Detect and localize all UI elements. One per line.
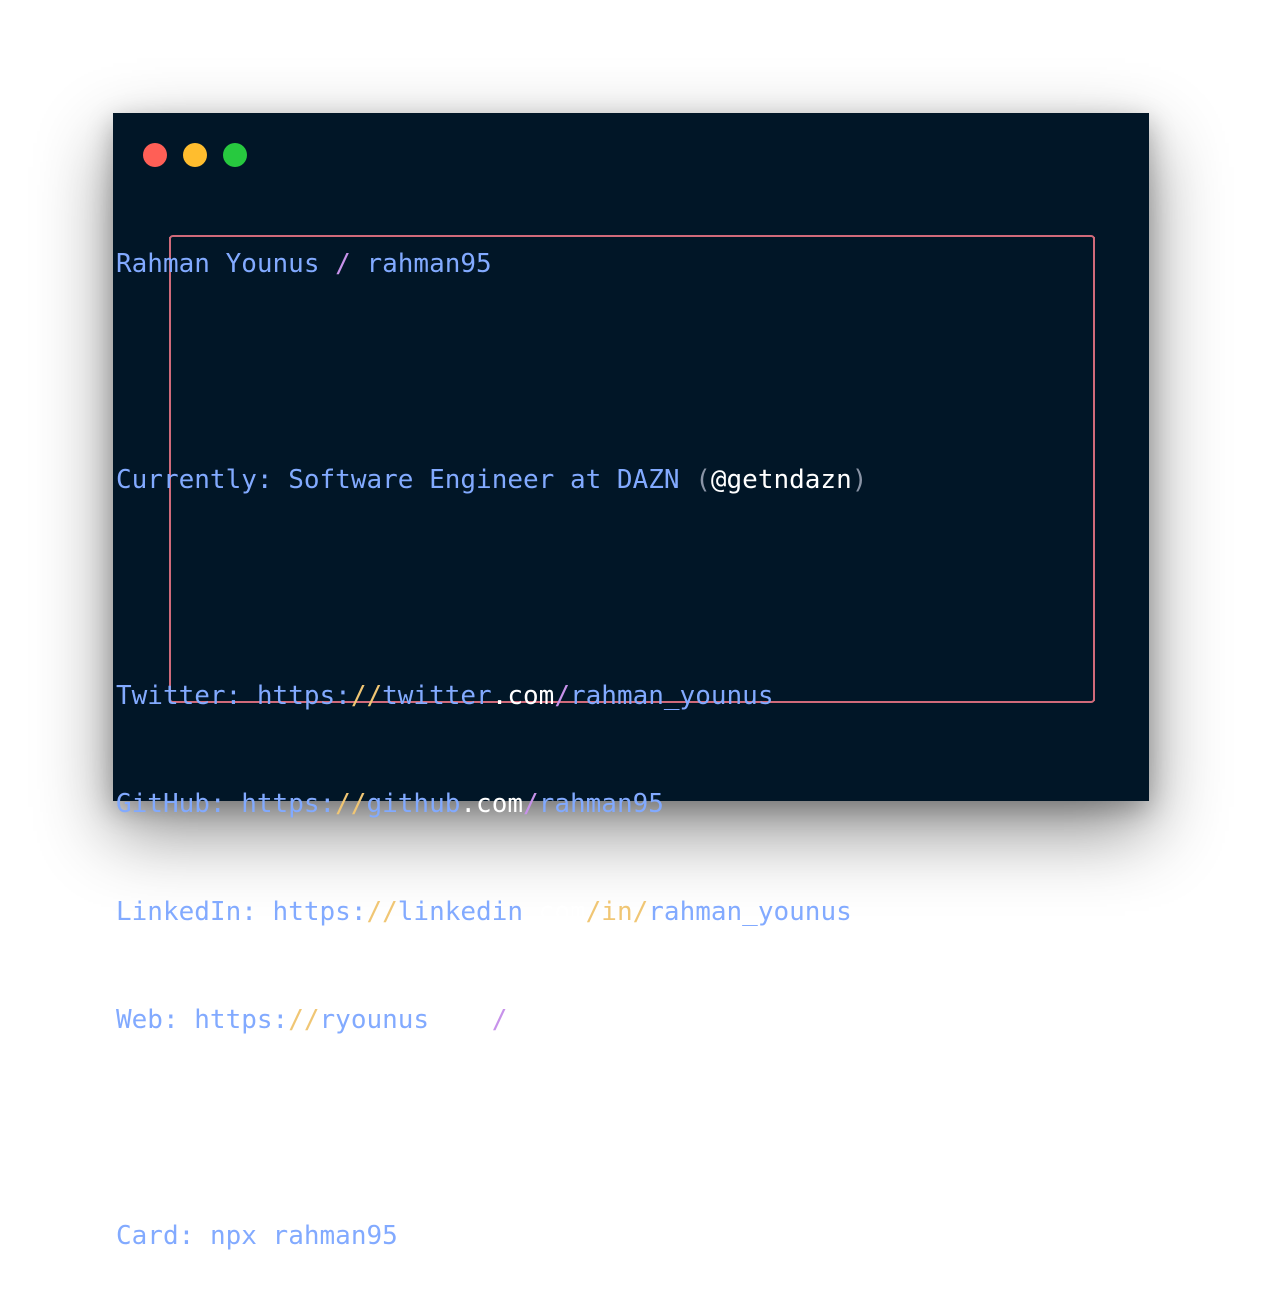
name-line: Rahman Younus / rahman95 — [116, 246, 867, 282]
currently-label: Currently: — [116, 465, 273, 495]
twitter-line: Twitter: https://twitter.com/rahman_youn… — [116, 678, 867, 714]
linkedin-line: LinkedIn: https://linkedin.com/in/rahman… — [116, 894, 867, 930]
minimize-window-button[interactable] — [183, 143, 207, 167]
npx-command: npx rahman95 — [209, 1221, 398, 1251]
twitter-link[interactable]: https://twitter.com/rahman_younus — [257, 681, 774, 711]
card-command-line: Card: npx rahman95 — [116, 1218, 867, 1254]
github-line: GitHub: https://github.com/rahman95 — [116, 786, 867, 822]
linkedin-link[interactable]: https://linkedin.com/in/rahman_younus — [273, 897, 852, 927]
currently-line: Currently: Software Engineer at DAZN (@g… — [116, 465, 868, 495]
company-handle: @getndazn — [710, 465, 852, 495]
github-link[interactable]: https://github.com/rahman95 — [241, 789, 664, 819]
card-content: Rahman Younus / rahman95 Currently: Soft… — [116, 174, 867, 1290]
currently-value: Software Engineer at DAZN — [288, 465, 680, 495]
full-name: Rahman Younus — [116, 249, 320, 279]
web-link[interactable]: https://ryounus.dev/ — [194, 1005, 507, 1035]
close-window-button[interactable] — [143, 143, 167, 167]
linkedin-label: LinkedIn: — [116, 897, 257, 927]
username: rahman95 — [366, 249, 492, 279]
web-label: Web: — [116, 1005, 179, 1035]
name-separator: / — [319, 249, 367, 279]
twitter-label: Twitter: — [116, 681, 242, 711]
card-label: Card: — [116, 1221, 195, 1251]
maximize-window-button[interactable] — [223, 143, 247, 167]
box-right-border — [1093, 237, 1095, 701]
web-line: Web: https://ryounus.dev/ — [116, 1002, 867, 1038]
github-label: GitHub: — [116, 789, 226, 819]
